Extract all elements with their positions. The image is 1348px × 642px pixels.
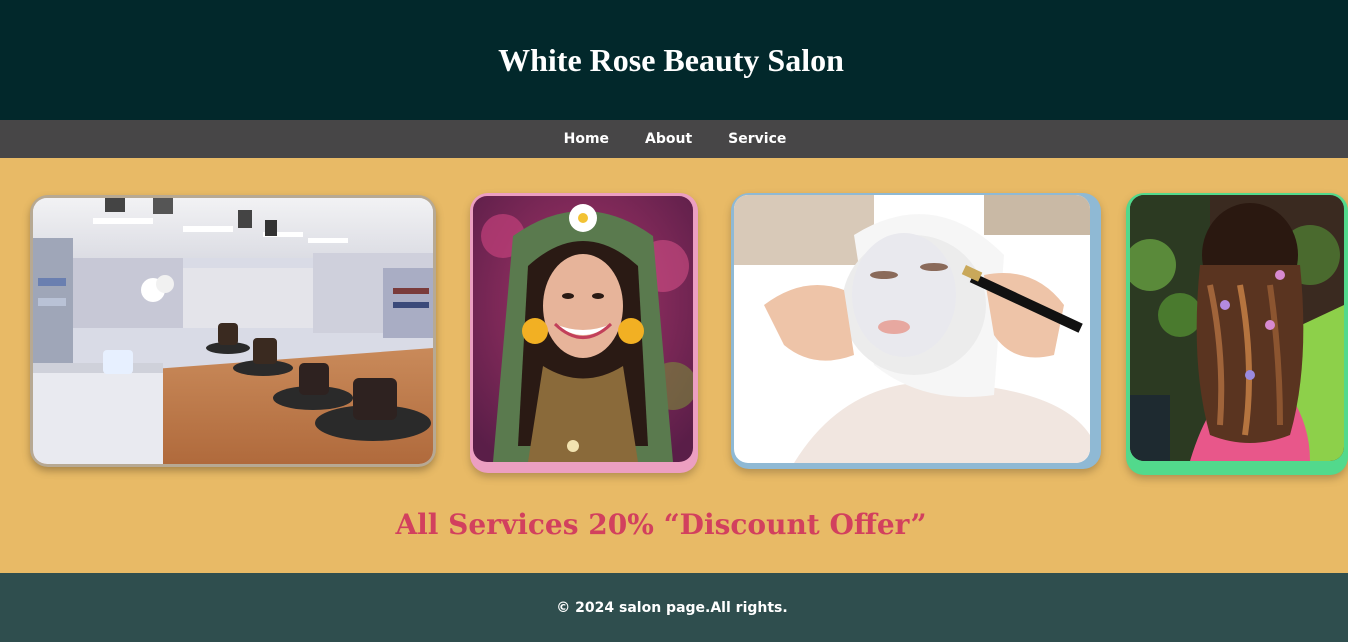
nav-bar: Home About Service xyxy=(0,120,1348,158)
page-title: White Rose Beauty Salon xyxy=(498,41,844,78)
gallery-card-salon xyxy=(30,195,436,467)
copyright-text: © 2024 salon page.All rights. xyxy=(556,599,788,616)
nav-link-about[interactable]: About xyxy=(645,131,692,147)
facial-treatment-photo xyxy=(734,195,1090,463)
site-header: White Rose Beauty Salon xyxy=(0,0,1348,120)
gallery-card-facial xyxy=(731,193,1101,469)
discount-offer-heading: All Services 20% “Discount Offer” xyxy=(395,508,927,541)
bride-portrait-photo xyxy=(473,196,693,462)
photo-gallery xyxy=(0,158,1348,488)
nav-link-home[interactable]: Home xyxy=(564,131,609,147)
site-footer: © 2024 salon page.All rights. xyxy=(0,573,1348,642)
nav-link-service[interactable]: Service xyxy=(728,131,786,147)
hairstyle-photo xyxy=(1130,195,1344,461)
gallery-card-hair xyxy=(1126,193,1348,475)
salon-interior-photo xyxy=(33,198,433,464)
gallery-card-bride xyxy=(470,193,698,473)
